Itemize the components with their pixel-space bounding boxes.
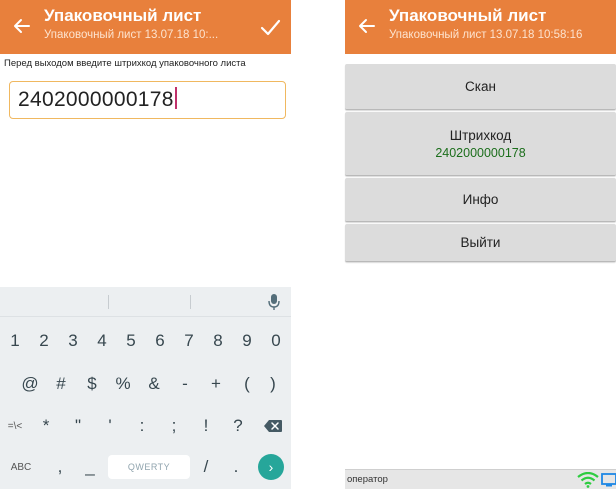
- keyboard-row-symbols-1: @ # $ % & - + ( ): [0, 364, 291, 404]
- barcode-input[interactable]: 2402000000178: [9, 81, 286, 119]
- status-bar: оператор: [345, 469, 616, 489]
- scan-button-label: Скан: [465, 79, 496, 94]
- key-underscore[interactable]: _: [80, 447, 100, 487]
- keyboard-row-bottom: ABC , _ QWERTY / . ›: [0, 447, 291, 487]
- key-8[interactable]: 8: [206, 321, 230, 361]
- key-hash[interactable]: #: [49, 364, 73, 404]
- key-minus[interactable]: -: [173, 364, 197, 404]
- key-close-paren[interactable]: ): [261, 364, 285, 404]
- key-semicolon[interactable]: ;: [162, 406, 186, 446]
- key-question[interactable]: ?: [226, 406, 250, 446]
- back-arrow-icon[interactable]: [357, 16, 377, 36]
- key-comma[interactable]: ,: [50, 447, 70, 487]
- suggestion-divider: [108, 295, 109, 309]
- keyboard-row-digits: 1 2 3 4 5 6 7 8 9 0: [0, 321, 291, 361]
- info-button[interactable]: Инфо: [345, 178, 616, 222]
- info-button-label: Инфо: [462, 192, 499, 207]
- barcode-input-value: 2402000000178: [18, 88, 174, 111]
- header-subtitle: Упаковочный лист 13.07.18 10:...: [44, 29, 219, 41]
- scan-button[interactable]: Скан: [345, 64, 616, 110]
- key-asterisk[interactable]: *: [34, 406, 58, 446]
- key-0[interactable]: 0: [264, 321, 288, 361]
- key-colon[interactable]: :: [130, 406, 154, 446]
- left-screen: Упаковочный лист Упаковочный лист 13.07.…: [0, 0, 291, 489]
- app-header: Упаковочный лист Упаковочный лист 13.07.…: [0, 0, 291, 54]
- key-period[interactable]: .: [226, 447, 246, 487]
- exit-button-label: Выйти: [460, 235, 501, 250]
- key-more-symbols[interactable]: =\<: [2, 406, 28, 446]
- key-2[interactable]: 2: [32, 321, 56, 361]
- checkmark-icon[interactable]: [259, 16, 281, 38]
- backspace-icon: [264, 420, 282, 432]
- backspace-key[interactable]: [258, 406, 288, 446]
- key-double-quote[interactable]: ": [66, 406, 90, 446]
- wifi-icon: [577, 472, 599, 488]
- header-title: Упаковочный лист: [389, 6, 547, 25]
- operator-label: оператор: [347, 474, 388, 485]
- key-slash[interactable]: /: [196, 447, 216, 487]
- key-open-paren[interactable]: (: [235, 364, 259, 404]
- header-title: Упаковочный лист: [44, 6, 202, 25]
- header-subtitle: Упаковочный лист 13.07.18 10:58:16: [389, 29, 583, 41]
- key-percent[interactable]: %: [111, 364, 135, 404]
- key-9[interactable]: 9: [235, 321, 259, 361]
- right-screen: Упаковочный лист Упаковочный лист 13.07.…: [345, 0, 616, 489]
- key-space-qwerty[interactable]: QWERTY: [108, 455, 190, 479]
- go-key[interactable]: ›: [258, 454, 284, 480]
- key-3[interactable]: 3: [61, 321, 85, 361]
- back-arrow-icon[interactable]: [12, 16, 32, 36]
- key-1[interactable]: 1: [3, 321, 27, 361]
- screen-icon: [601, 473, 616, 487]
- microphone-icon[interactable]: [267, 293, 281, 311]
- keyboard-suggestion-bar: [0, 287, 291, 317]
- suggestion-divider: [190, 295, 191, 309]
- key-7[interactable]: 7: [177, 321, 201, 361]
- key-plus[interactable]: +: [204, 364, 228, 404]
- key-exclamation[interactable]: !: [194, 406, 218, 446]
- key-dollar[interactable]: $: [80, 364, 104, 404]
- barcode-button-value: 2402000000178: [435, 145, 526, 160]
- key-ampersand[interactable]: &: [142, 364, 166, 404]
- key-6[interactable]: 6: [148, 321, 172, 361]
- barcode-button-label: Штрихкод: [449, 127, 512, 143]
- key-single-quote[interactable]: ': [98, 406, 122, 446]
- key-4[interactable]: 4: [90, 321, 114, 361]
- key-abc[interactable]: ABC: [6, 447, 36, 487]
- text-caret: [174, 87, 177, 109]
- key-5[interactable]: 5: [119, 321, 143, 361]
- key-at[interactable]: @: [18, 364, 42, 404]
- barcode-prompt: Перед выходом введите штрихкод упаковочн…: [4, 58, 246, 69]
- app-header: Упаковочный лист Упаковочный лист 13.07.…: [345, 0, 616, 54]
- exit-button[interactable]: Выйти: [345, 224, 616, 262]
- barcode-button[interactable]: Штрихкод 2402000000178: [345, 112, 616, 176]
- on-screen-keyboard: 1 2 3 4 5 6 7 8 9 0 @ # $ % & - + ( ) =\…: [0, 287, 291, 489]
- keyboard-row-symbols-2: =\< * " ' : ; ! ?: [0, 406, 291, 446]
